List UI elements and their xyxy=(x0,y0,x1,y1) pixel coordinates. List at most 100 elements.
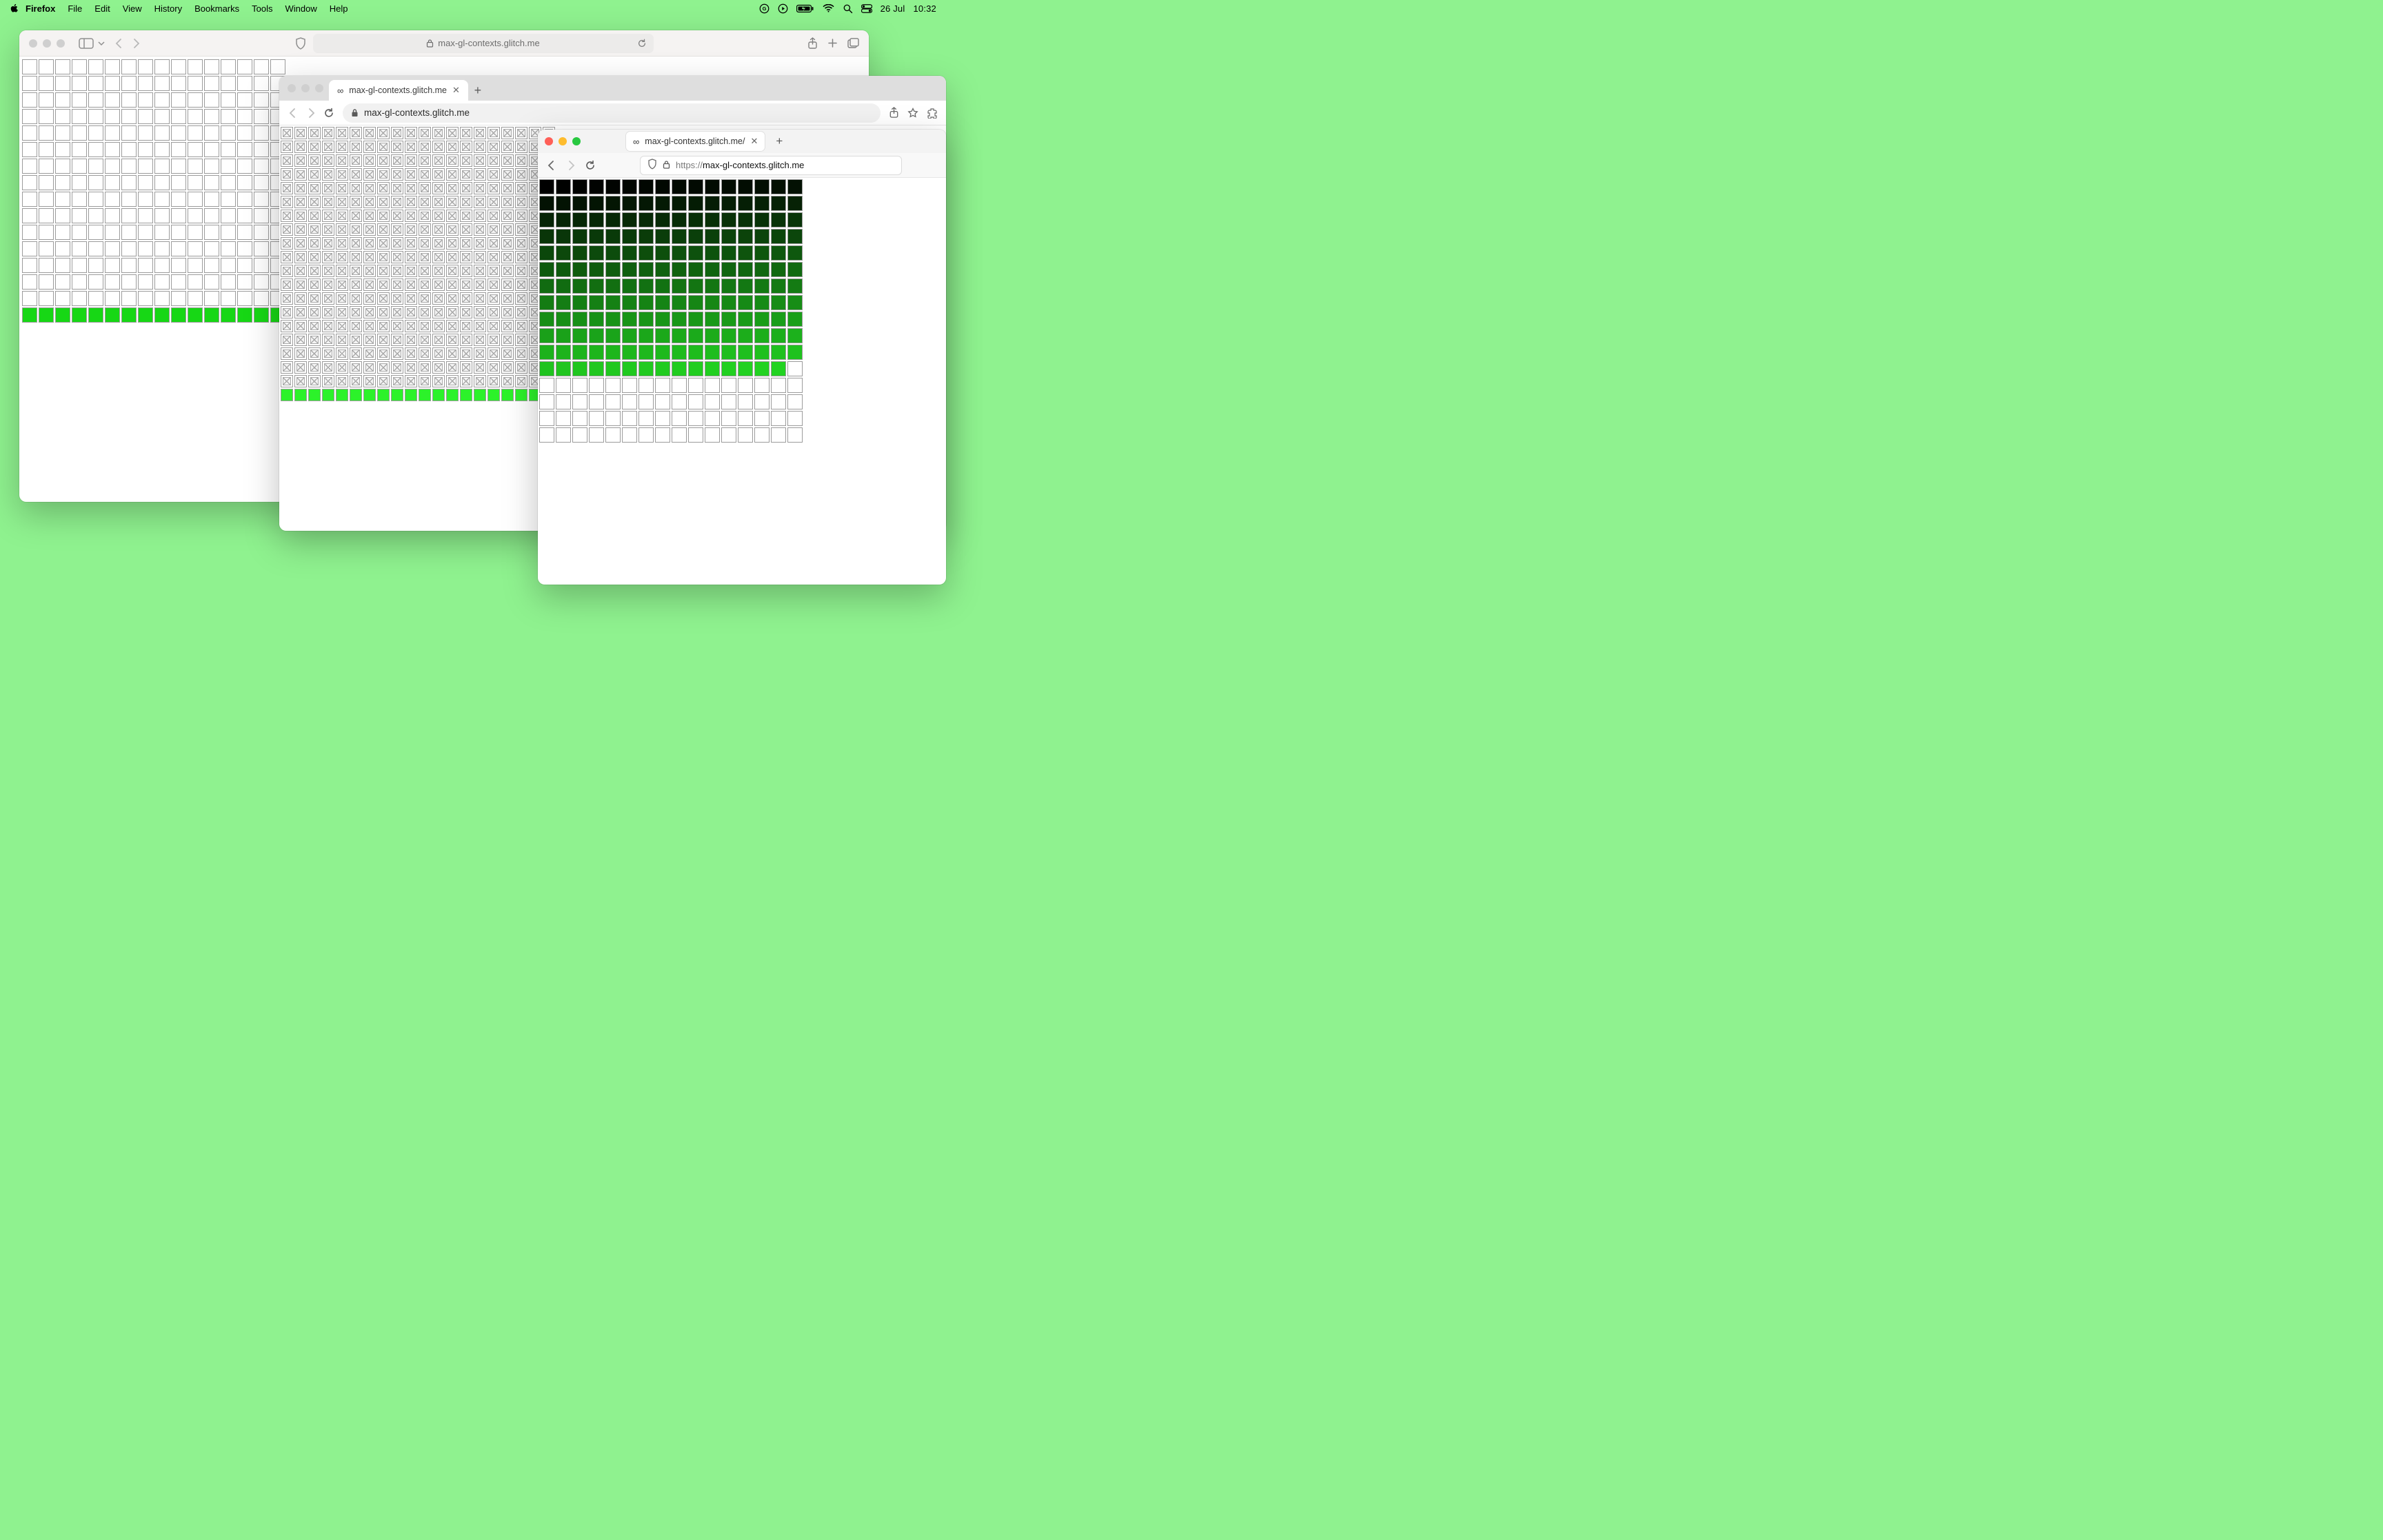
grid-cell xyxy=(308,292,321,305)
grid-cell xyxy=(572,196,587,211)
grid-cell xyxy=(622,212,637,227)
extensions-icon[interactable] xyxy=(927,107,938,119)
bookmark-star-icon[interactable] xyxy=(907,107,918,119)
grid-cell xyxy=(460,347,472,360)
reload-icon[interactable] xyxy=(585,160,596,171)
grid-cell xyxy=(605,361,621,376)
grid-cell xyxy=(515,182,527,194)
grid-cell xyxy=(363,375,376,387)
menubar-item-tools[interactable]: Tools xyxy=(245,3,279,14)
grid-cell xyxy=(556,196,571,211)
grid-cell xyxy=(281,127,293,139)
grid-cell xyxy=(294,210,307,222)
firefox-tab-title: max-gl-contexts.glitch.me/ xyxy=(645,136,745,146)
menubar-item-bookmarks[interactable]: Bookmarks xyxy=(188,3,245,14)
share-icon[interactable] xyxy=(807,37,818,50)
grid-cell xyxy=(322,265,334,277)
back-button[interactable] xyxy=(546,160,557,171)
grid-cell xyxy=(39,291,54,306)
firefox-new-tab-button[interactable]: + xyxy=(770,132,788,150)
menubar-app-name[interactable]: Firefox xyxy=(19,3,61,14)
grid-cell xyxy=(254,59,269,74)
close-tab-icon[interactable]: ✕ xyxy=(750,136,758,147)
forward-button[interactable] xyxy=(565,160,576,171)
grid-cell xyxy=(363,196,376,208)
grid-cell xyxy=(754,278,770,294)
grid-cell xyxy=(138,125,153,141)
grid-cell xyxy=(556,295,571,310)
tab-overview-chevron-icon[interactable] xyxy=(98,40,105,47)
menubar-time[interactable]: 10:32 xyxy=(913,3,936,14)
firefox-address-bar[interactable]: https://max-gl-contexts.glitch.me xyxy=(640,156,902,175)
menubar-item-help[interactable]: Help xyxy=(323,3,354,14)
control-center-icon[interactable] xyxy=(861,4,872,13)
wifi-icon[interactable] xyxy=(823,4,834,13)
grid-cell xyxy=(88,307,103,323)
chrome-address-bar[interactable]: max-gl-contexts.glitch.me xyxy=(343,103,881,123)
grid-cell xyxy=(188,142,203,157)
grid-cell xyxy=(121,142,137,157)
grid-cell xyxy=(154,159,170,174)
chrome-tab[interactable]: ∞ max-gl-contexts.glitch.me ✕ xyxy=(329,80,468,101)
grid-cell xyxy=(556,179,571,194)
forward-button[interactable] xyxy=(132,38,141,49)
battery-icon[interactable] xyxy=(796,4,814,13)
grid-cell xyxy=(363,251,376,263)
spotlight-search-icon[interactable] xyxy=(843,3,853,14)
grid-cell xyxy=(88,76,103,91)
grid-cell xyxy=(22,241,37,256)
close-tab-icon[interactable]: ✕ xyxy=(452,85,460,96)
menubar-item-history[interactable]: History xyxy=(148,3,188,14)
menubar-item-file[interactable]: File xyxy=(61,3,88,14)
grid-cell xyxy=(572,262,587,277)
grid-cell xyxy=(281,251,293,263)
grid-cell xyxy=(556,229,571,244)
back-button[interactable] xyxy=(288,108,299,119)
grid-cell xyxy=(39,208,54,223)
grid-cell xyxy=(350,168,362,181)
grid-cell xyxy=(787,245,803,261)
grid-cell xyxy=(391,278,403,291)
grid-cell xyxy=(787,345,803,360)
play-circle-icon[interactable] xyxy=(778,3,788,14)
menubar-date[interactable]: 26 Jul xyxy=(881,3,905,14)
apple-menu-icon[interactable] xyxy=(10,3,19,13)
chrome-traffic-lights[interactable] xyxy=(288,84,323,92)
share-icon[interactable] xyxy=(889,107,899,119)
grid-cell xyxy=(446,210,459,222)
grid-cell xyxy=(539,328,554,343)
grid-cell xyxy=(771,245,786,261)
grid-cell xyxy=(639,196,654,211)
grid-cell xyxy=(237,307,252,323)
grid-cell xyxy=(391,292,403,305)
chrome-new-tab-button[interactable]: + xyxy=(468,81,487,100)
firefox-traffic-lights[interactable] xyxy=(545,137,581,145)
new-tab-icon[interactable] xyxy=(827,37,838,50)
grid-cell xyxy=(655,245,670,261)
menubar-item-view[interactable]: View xyxy=(117,3,148,14)
grid-cell xyxy=(672,229,687,244)
grid-cell xyxy=(432,141,445,153)
safari-address-bar[interactable]: max-gl-contexts.glitch.me xyxy=(313,34,654,53)
back-button[interactable] xyxy=(114,38,123,49)
grid-cell xyxy=(622,361,637,376)
privacy-shield-icon[interactable] xyxy=(295,37,306,50)
menubar-item-edit[interactable]: Edit xyxy=(88,3,116,14)
forward-button[interactable] xyxy=(305,108,316,119)
firefox-tab[interactable]: ∞ max-gl-contexts.glitch.me/ ✕ xyxy=(626,132,765,151)
grid-cell xyxy=(377,334,390,346)
reload-icon[interactable] xyxy=(323,108,334,119)
safari-traffic-lights[interactable] xyxy=(29,39,65,48)
grid-cell xyxy=(138,192,153,207)
grid-cell xyxy=(88,175,103,190)
tracking-shield-icon[interactable] xyxy=(647,159,657,172)
menubar-item-window[interactable]: Window xyxy=(279,3,323,14)
tab-overview-icon[interactable] xyxy=(847,37,859,50)
sidebar-toggle-icon[interactable] xyxy=(79,38,94,49)
g-sync-icon[interactable]: G xyxy=(759,3,770,14)
reload-icon[interactable] xyxy=(637,39,647,48)
grid-cell xyxy=(487,361,500,374)
grid-cell xyxy=(572,394,587,409)
grid-cell xyxy=(787,196,803,211)
grid-cell xyxy=(738,411,753,426)
